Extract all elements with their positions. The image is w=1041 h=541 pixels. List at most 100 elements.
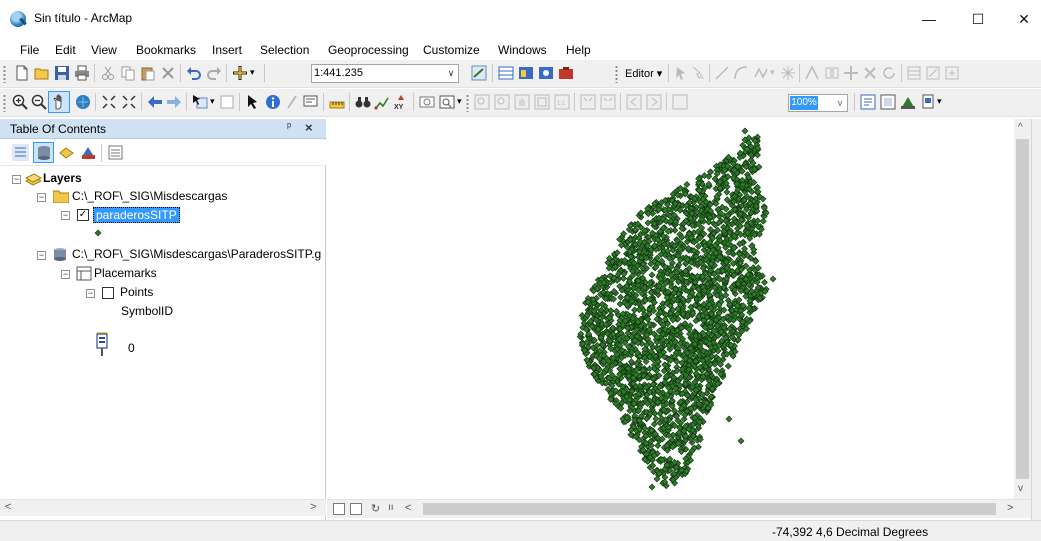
toolbar-grip[interactable]	[3, 65, 6, 83]
attributes-icon[interactable]	[906, 65, 922, 81]
layout-zoom-percent-icon[interactable]	[672, 94, 688, 110]
right-dock-panel[interactable]	[1031, 119, 1041, 520]
identify-icon[interactable]	[265, 94, 281, 110]
layers-root-label[interactable]: Layers	[43, 171, 82, 185]
new-document-icon[interactable]	[14, 65, 30, 81]
search-window-icon[interactable]	[538, 65, 554, 81]
add-data-icon[interactable]	[232, 65, 248, 81]
go-back-extent-icon[interactable]	[147, 94, 163, 110]
map-canvas[interactable]	[327, 119, 1014, 497]
bus-stop-point[interactable]	[607, 307, 615, 315]
toc-close-button[interactable]: ×	[305, 120, 313, 135]
list-by-source-active[interactable]	[33, 142, 54, 163]
undo-icon[interactable]	[186, 65, 202, 81]
copy-icon[interactable]	[120, 65, 136, 81]
select-features-icon[interactable]	[192, 94, 208, 110]
fixed-zoom-out-icon[interactable]	[121, 94, 137, 110]
find-binoculars-icon[interactable]	[355, 94, 371, 110]
fixed-zoom-out-layout-icon[interactable]	[600, 94, 616, 110]
map-vertical-scrollbar[interactable]: ^ v	[1014, 119, 1031, 499]
layout-zoom-combobox[interactable]: 100% ∨	[788, 94, 848, 112]
scroll-right-icon[interactable]: >	[1007, 502, 1013, 514]
edit-annotation-icon[interactable]: A	[690, 65, 706, 81]
zoom-out-icon[interactable]	[31, 94, 47, 110]
bus-stop-point[interactable]	[725, 415, 733, 423]
menu-windows[interactable]: Windows	[498, 43, 547, 57]
open-folder-icon[interactable]	[34, 65, 50, 81]
refresh-icon[interactable]: ↻	[371, 502, 380, 515]
points-expander[interactable]: −	[86, 289, 95, 298]
bus-stop-point[interactable]	[650, 420, 658, 428]
time-slider-icon[interactable]	[419, 94, 435, 110]
bus-stop-point[interactable]	[713, 367, 721, 374]
pan-tool-active[interactable]	[48, 91, 70, 113]
bus-stop-point[interactable]	[644, 219, 652, 227]
paste-icon[interactable]	[140, 65, 156, 81]
sketch-properties-icon[interactable]	[925, 65, 941, 81]
split-tool-icon[interactable]	[804, 65, 820, 81]
select-elements-icon[interactable]	[245, 94, 261, 110]
cut-polygons-icon[interactable]	[824, 65, 840, 81]
layout-view-button[interactable]	[350, 503, 362, 515]
bus-stop-point[interactable]	[648, 271, 656, 279]
focus-data-frame-icon[interactable]	[880, 94, 896, 110]
bus-stop-point[interactable]	[648, 483, 656, 491]
scroll-down-icon[interactable]: v	[1018, 483, 1023, 494]
menu-geoprocessing[interactable]: Geoprocessing	[328, 43, 409, 57]
bus-stop-point[interactable]	[617, 293, 625, 301]
menu-file[interactable]: File	[20, 43, 39, 57]
kml-source-path-label[interactable]: C:\_ROF\_SIG\Misdescargas\ParaderosSITP.…	[72, 247, 321, 261]
list-by-drawing-order-icon[interactable]	[12, 144, 29, 161]
redo-icon[interactable]	[206, 65, 222, 81]
bus-stop-point[interactable]	[761, 278, 768, 286]
bus-stop-point[interactable]	[683, 181, 691, 188]
bus-stop-point[interactable]	[652, 415, 660, 423]
list-by-visibility-icon[interactable]	[58, 144, 75, 161]
menu-bookmarks[interactable]: Bookmarks	[136, 43, 196, 57]
straight-segment-icon[interactable]	[714, 65, 730, 81]
find-route-icon[interactable]	[374, 94, 390, 110]
scroll-up-icon[interactable]: ^	[1018, 122, 1023, 133]
list-by-selection-icon[interactable]	[80, 144, 97, 161]
data-view-button[interactable]	[333, 503, 345, 515]
viewer-window-icon[interactable]	[439, 94, 455, 110]
layer-expander[interactable]: −	[61, 211, 70, 220]
vertical-scroll-thumb[interactable]	[1016, 139, 1029, 479]
menu-insert[interactable]: Insert	[212, 43, 242, 57]
layout-zoom-out-icon[interactable]	[494, 94, 510, 110]
go-to-xy-icon[interactable]: XY	[393, 94, 409, 110]
full-extent-icon[interactable]	[75, 94, 91, 110]
placemarks-label[interactable]: Placemarks	[94, 266, 157, 280]
measure-icon[interactable]	[329, 94, 345, 110]
fixed-zoom-in-icon[interactable]	[101, 94, 117, 110]
change-layout-icon[interactable]	[900, 94, 916, 110]
placemarks-expander[interactable]: −	[61, 270, 70, 279]
layer-name-paraderos[interactable]: paraderosSITP	[93, 207, 180, 223]
scroll-left-icon[interactable]: <	[5, 501, 11, 513]
menu-help[interactable]: Help	[566, 43, 591, 57]
horizontal-scroll-thumb[interactable]	[423, 503, 996, 515]
map-horizontal-scrollbar[interactable]	[421, 502, 1001, 516]
folder-expander[interactable]: −	[37, 193, 46, 202]
editor-toolbar-icon[interactable]	[471, 65, 487, 81]
toc-horizontal-scrollbar[interactable]: < >	[0, 499, 326, 516]
layer-visibility-checkbox[interactable]: ✓	[77, 209, 89, 221]
chevron-down-icon[interactable]: ∨	[833, 95, 847, 111]
map-scale-combobox[interactable]: 1:441.235 ∨	[311, 64, 459, 83]
next-extent-layout-icon[interactable]	[646, 94, 662, 110]
html-popup-icon[interactable]	[303, 94, 319, 110]
vertex-icon[interactable]	[780, 65, 796, 81]
pause-drawing-icon[interactable]: ıı	[388, 502, 394, 513]
create-features-icon[interactable]	[944, 65, 960, 81]
arctoolbox-icon[interactable]	[558, 65, 574, 81]
bus-stop-point[interactable]	[769, 275, 777, 283]
menu-selection[interactable]: Selection	[260, 43, 309, 57]
table-of-contents-icon[interactable]	[498, 65, 514, 81]
fixed-zoom-in-layout-icon[interactable]	[580, 94, 596, 110]
previous-extent-layout-icon[interactable]	[626, 94, 642, 110]
toggle-draft-mode-icon[interactable]	[860, 94, 876, 110]
hyperlink-icon[interactable]	[284, 94, 300, 110]
options-icon[interactable]	[107, 144, 124, 161]
cut-icon[interactable]	[100, 65, 116, 81]
add-data-dropdown[interactable]: ▾	[250, 67, 255, 78]
